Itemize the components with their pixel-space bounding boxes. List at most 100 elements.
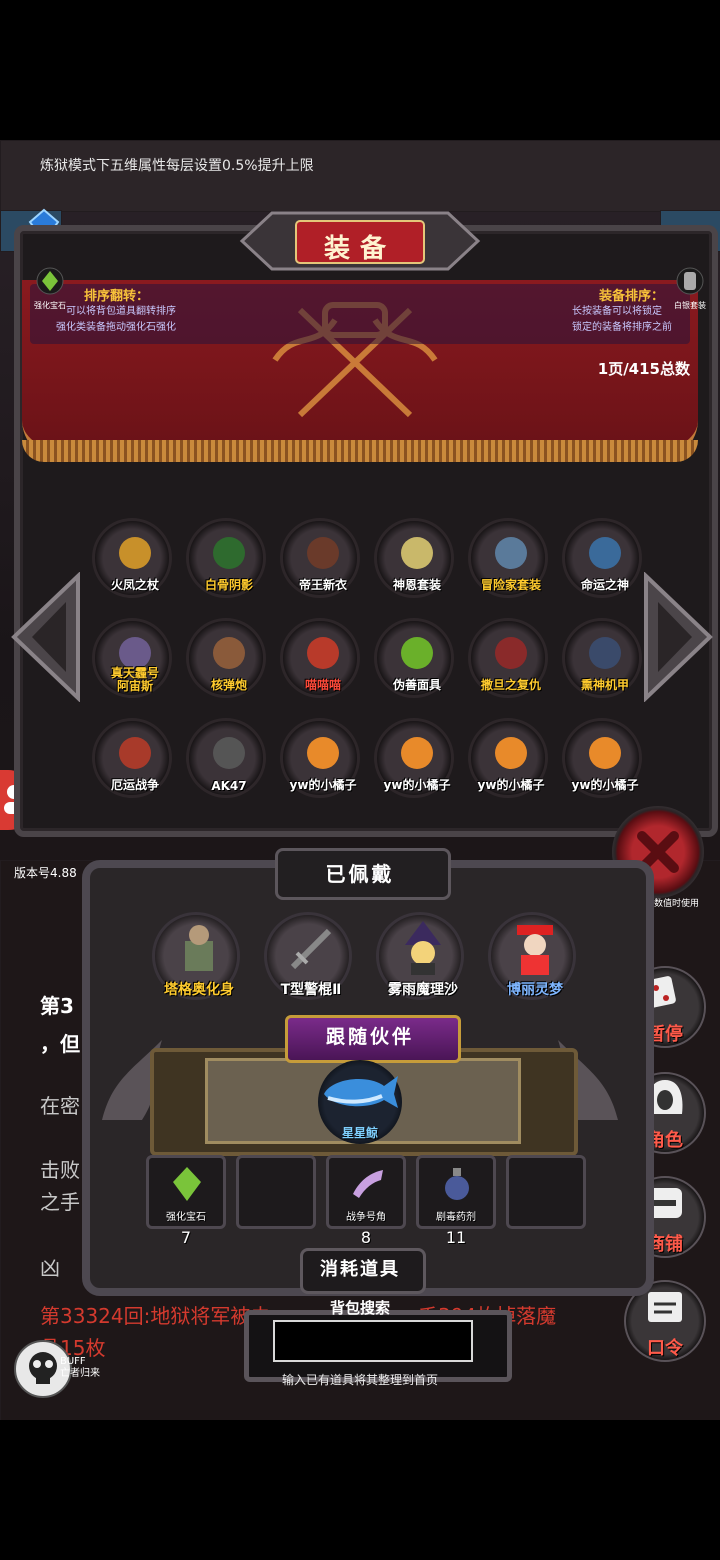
- silver-set-slot[interactable]: 白银套装: [670, 266, 710, 310]
- equipment-item[interactable]: 撒旦之复仇: [468, 618, 548, 698]
- equipment-item[interactable]: 冒险家套装: [468, 518, 548, 598]
- equipment-icon: [495, 637, 527, 669]
- equipment-item-label: 白骨阴影: [204, 578, 253, 592]
- banner-fringe: [22, 440, 698, 462]
- consumable-count: 7: [180, 1228, 192, 1247]
- worn-item[interactable]: 博丽灵梦: [488, 912, 576, 1000]
- equipment-item-label: yw的小橘子: [289, 778, 357, 792]
- equipment-item[interactable]: 命运之神: [562, 518, 642, 598]
- equipment-item[interactable]: 厄运战争: [92, 718, 172, 798]
- equipment-item[interactable]: 喵喵喵: [280, 618, 360, 698]
- equipment-item-label: yw的小橘子: [571, 778, 639, 792]
- sort-flip-info[interactable]: 排序翻转： 可以将背包道具翻转排序 强化类装备拖动强化石强化: [30, 285, 330, 336]
- sort-order-heading: 装备排序：: [598, 289, 664, 304]
- consumable-slot[interactable]: 强化宝石 7: [146, 1155, 226, 1247]
- equipment-icon: [119, 537, 151, 569]
- equipment-item-label: 伪善面具: [392, 678, 441, 692]
- consumable-label: 强化宝石: [166, 1212, 206, 1223]
- equipment-item[interactable]: yw的小橘子: [374, 718, 454, 798]
- witch-icon: [405, 921, 441, 975]
- equipment-item-label: 喵喵喵: [304, 678, 341, 692]
- sort-order-info[interactable]: 装备排序： 长按装备可以将锁定 锁定的装备将排序之前: [440, 285, 708, 336]
- bottom-letterbox: [0, 1420, 720, 1560]
- equipment-icon: [495, 537, 527, 569]
- equipment-icon: [307, 737, 339, 769]
- worn-item-label: 雾雨魔理沙: [388, 982, 458, 998]
- equipment-item-label: 命运之神: [580, 578, 629, 592]
- worn-item-label: 博丽灵梦: [507, 982, 563, 998]
- buff-label: BUFF 亡者归来: [60, 1356, 100, 1380]
- buff-subtitle: 亡者归来: [60, 1368, 100, 1379]
- worn-item[interactable]: 塔格奥化身: [152, 912, 240, 1000]
- equipment-icon: [213, 737, 245, 769]
- equipment-item-label: 帝王新衣: [298, 578, 347, 592]
- equipment-item-label: 撒旦之复仇: [480, 678, 541, 692]
- equipment-item[interactable]: 核弹炮: [186, 618, 266, 698]
- shrine-maiden-icon: [517, 925, 553, 975]
- equipment-icon: [401, 737, 433, 769]
- equipment-item[interactable]: yw的小橘子: [562, 718, 642, 798]
- sort-flip-line: 强化类装备拖动强化石强化: [56, 322, 176, 333]
- consumable-slot[interactable]: 战争号角 8: [326, 1155, 406, 1247]
- consumable-slot[interactable]: 剧毒药剂 11: [416, 1155, 496, 1247]
- consumable-label: 战争号角: [346, 1212, 386, 1223]
- top-letterbox: [0, 0, 720, 140]
- equipment-icon: [401, 537, 433, 569]
- consumable-label: 剧毒药剂: [436, 1212, 476, 1223]
- worn-item[interactable]: 雾雨魔理沙: [376, 912, 464, 1000]
- equipment-item-label: 熏神机甲: [580, 678, 629, 692]
- sort-order-line: 长按装备可以将锁定: [572, 306, 662, 317]
- sort-flip-heading: 排序翻转：: [84, 289, 150, 304]
- search-title: 背包搜索: [329, 1299, 390, 1317]
- equipment-icon: [213, 537, 245, 569]
- log-line: 凶: [40, 1256, 60, 1280]
- silver-set-label: 白银套装: [674, 301, 706, 310]
- equipment-item[interactable]: AK47: [186, 718, 266, 798]
- equipment-item[interactable]: 熏神机甲: [562, 618, 642, 698]
- log-line: 击败: [40, 1158, 80, 1182]
- equipment-icon: [307, 637, 339, 669]
- equipment-item-label: yw的小橘子: [477, 778, 545, 792]
- log-line-red: 第33324回:地狱将军被击: [40, 1304, 271, 1328]
- equipment-icon: [589, 637, 621, 669]
- equipment-item[interactable]: yw的小橘子: [468, 718, 548, 798]
- log-line: 之手: [40, 1190, 80, 1214]
- sort-flip-line: 可以将背包道具翻转排序: [66, 306, 176, 317]
- mode-notice: 炼狱模式下五维属性每层设置0.5%提升上限: [40, 158, 314, 174]
- log-line: 在密: [40, 1094, 80, 1118]
- log-line: 第3: [40, 994, 74, 1018]
- worn-title: 已佩戴: [325, 862, 395, 886]
- buff-title: BUFF: [60, 1356, 86, 1367]
- poison-potion-icon: [445, 1168, 469, 1200]
- equipment-item[interactable]: 白骨阴影: [186, 518, 266, 598]
- password-label: 口令: [647, 1338, 683, 1359]
- equipment-item[interactable]: yw的小橘子: [280, 718, 360, 798]
- equipment-item-label: 真天霾号 阿宙斯: [110, 666, 159, 693]
- worn-item[interactable]: T型警棍Ⅱ: [264, 912, 352, 1000]
- equipment-item[interactable]: 真天霾号 阿宙斯: [92, 618, 172, 698]
- consumable-slot[interactable]: [236, 1155, 316, 1229]
- equipment-item[interactable]: 伪善面具: [374, 618, 454, 698]
- equipment-item[interactable]: 帝王新衣: [280, 518, 360, 598]
- equipment-icon: [119, 737, 151, 769]
- equipment-item-label: 冒险家套装: [480, 578, 541, 592]
- baton-icon: [290, 928, 332, 970]
- companion-title: 跟随伙伴: [325, 1026, 414, 1048]
- equipment-item[interactable]: 神恩套装: [374, 518, 454, 598]
- worn-item-label: T型警棍Ⅱ: [280, 982, 342, 998]
- page-count: 1页/415总数: [597, 360, 690, 378]
- consumable-count: 8: [360, 1228, 372, 1247]
- backpack-search-input[interactable]: [273, 1320, 473, 1362]
- equipment-title: 装备: [323, 234, 396, 264]
- sort-order-line: 锁定的装备将排序之前: [572, 322, 672, 333]
- enhance-gem-slot[interactable]: 强化宝石: [30, 266, 70, 310]
- equipment-icon: [495, 737, 527, 769]
- equipment-item-label: yw的小橘子: [383, 778, 451, 792]
- equipment-item[interactable]: 火凤之杖: [92, 518, 172, 598]
- equipment-item-label: AK47: [211, 779, 247, 793]
- equipment-item-label: 核弹炮: [210, 678, 247, 692]
- equipment-item-label: 神恩套装: [392, 578, 441, 592]
- consumable-count: 11: [445, 1228, 467, 1247]
- consumable-slot[interactable]: [506, 1155, 586, 1229]
- previous-page-arrow[interactable]: [8, 571, 84, 706]
